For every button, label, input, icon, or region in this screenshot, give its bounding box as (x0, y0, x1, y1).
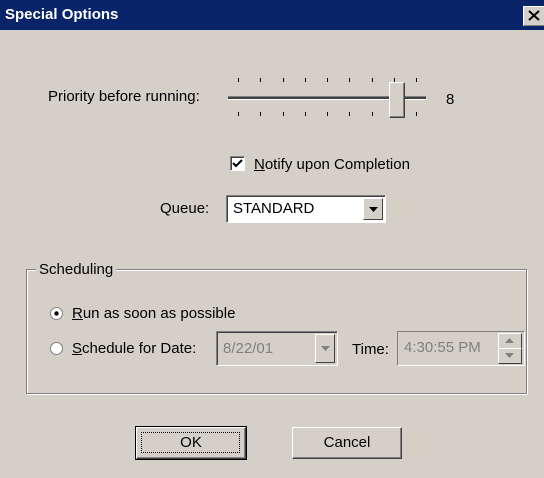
run-asap-text: un as soon as possible (82, 305, 236, 322)
notify-label-text: otify upon Completion (264, 156, 410, 173)
time-spinner[interactable]: 4:30:55 PM (397, 331, 525, 366)
chevron-down-icon (369, 207, 378, 212)
notify-mnemonic: N (254, 156, 265, 173)
notify-checkbox[interactable] (230, 156, 245, 171)
focus-rectangle (141, 432, 240, 453)
priority-value: 8 (446, 91, 455, 108)
notify-label[interactable]: Notify upon Completion (254, 156, 410, 173)
scheduling-legend: Scheduling (36, 261, 117, 278)
queue-label: Queue: (160, 200, 210, 217)
schedule-date-mnemonic: S (72, 340, 83, 357)
title-bar: Special Options (0, 0, 544, 30)
schedule-date-radio[interactable] (50, 342, 63, 355)
date-dropdown-button[interactable] (315, 334, 335, 363)
slider-tick (416, 112, 417, 116)
slider-thumb[interactable] (389, 82, 405, 118)
slider-tick (260, 78, 261, 82)
slider-tick (372, 78, 373, 82)
schedule-date-text: chedule for Date: (82, 340, 197, 357)
window-title: Special Options (5, 6, 119, 23)
slider-tick (283, 78, 284, 82)
time-value: 4:30:55 PM (404, 339, 481, 356)
ok-button[interactable]: OK (135, 426, 247, 460)
slider-tick (349, 112, 350, 116)
run-asap-radio[interactable] (50, 307, 63, 320)
radio-dot (54, 311, 59, 316)
time-up-button[interactable] (498, 333, 522, 349)
queue-dropdown-button[interactable] (363, 198, 383, 220)
slider-tick (260, 112, 261, 116)
date-dropdown[interactable]: 8/22/01 (216, 331, 338, 366)
slider-tick (305, 78, 306, 82)
run-asap-label[interactable]: Run as soon as possible (72, 305, 235, 322)
time-label: Time: (352, 341, 389, 358)
special-options-dialog: Special Options Priority before running:… (0, 0, 544, 478)
close-button[interactable] (523, 6, 544, 26)
slider-tick (238, 112, 239, 116)
chevron-down-icon (321, 346, 330, 351)
cancel-button[interactable]: Cancel (292, 427, 402, 459)
time-down-button[interactable] (498, 348, 522, 364)
queue-dropdown[interactable]: STANDARD (226, 195, 386, 223)
cancel-label: Cancel (323, 434, 371, 451)
slider-tick (305, 112, 306, 116)
slider-tick (327, 112, 328, 116)
chevron-down-icon (505, 353, 514, 358)
date-value: 8/22/01 (223, 340, 274, 357)
close-icon (528, 10, 540, 21)
schedule-date-label[interactable]: Schedule for Date: (72, 340, 196, 357)
slider-tick (349, 78, 350, 82)
priority-label: Priority before running: (48, 88, 200, 105)
slider-tick (238, 78, 239, 82)
slider-tick (327, 78, 328, 82)
checkmark-icon (232, 159, 243, 168)
queue-value: STANDARD (233, 200, 315, 217)
slider-tick (283, 112, 284, 116)
run-asap-mnemonic: R (72, 305, 83, 322)
slider-tick (372, 112, 373, 116)
slider-tick (416, 78, 417, 82)
chevron-up-icon (505, 338, 514, 343)
